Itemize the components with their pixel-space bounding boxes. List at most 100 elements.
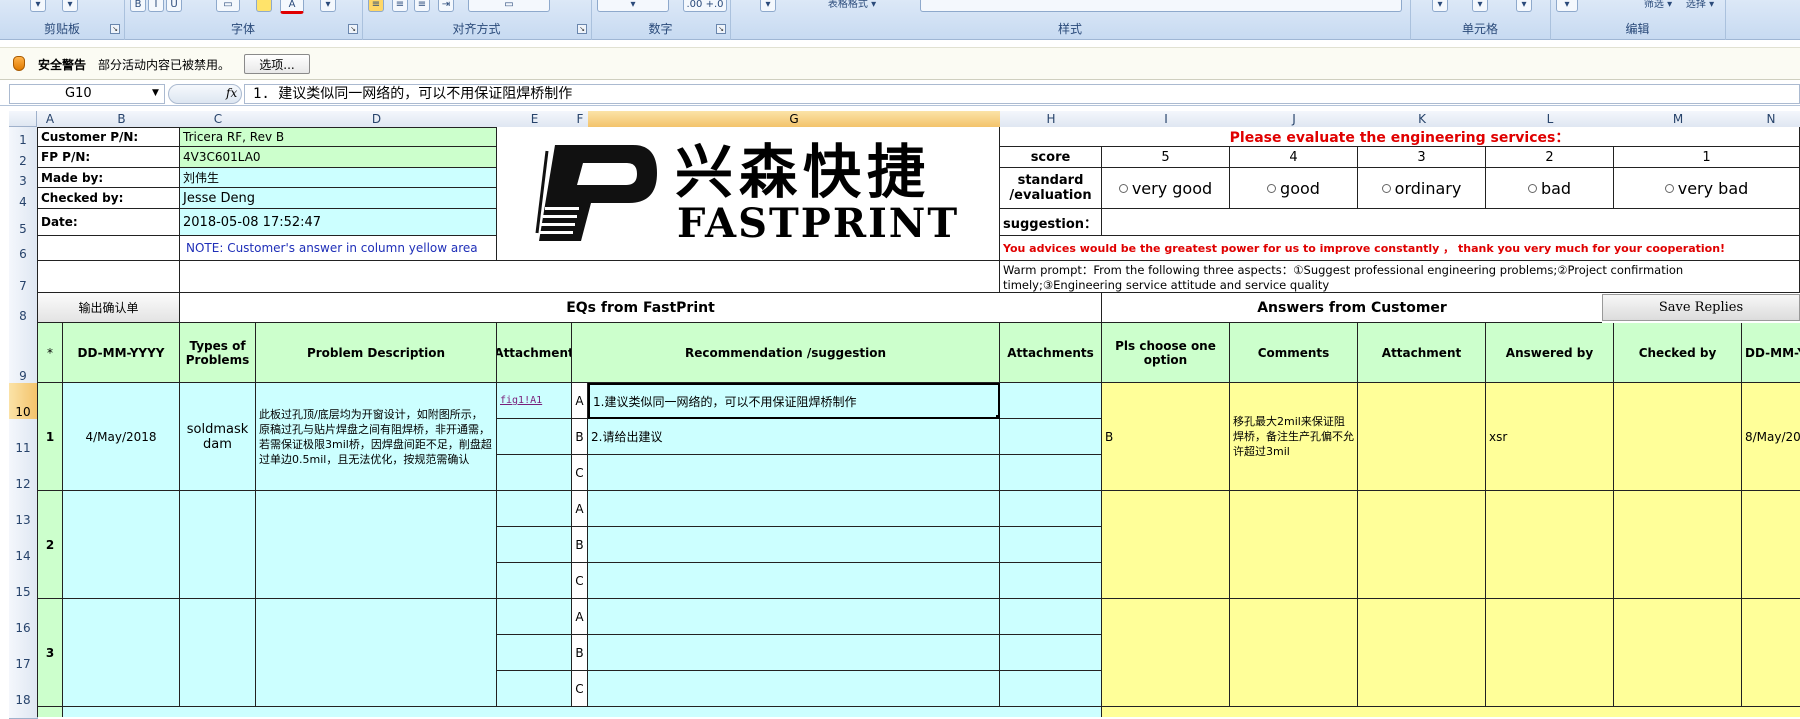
column-header-c[interactable]: C [180, 111, 257, 128]
column-header-g[interactable]: G [588, 111, 1001, 128]
formula-input[interactable]: 1. 建议类似同一网络的，可以不用保证阻焊桥制作 [244, 84, 1800, 104]
customer-choice[interactable]: B [1102, 383, 1230, 491]
recommendation-c[interactable] [588, 671, 1000, 707]
fill-color-button[interactable] [256, 0, 272, 12]
paste-more-icon[interactable]: ▾ [62, 0, 78, 12]
font-more-icon[interactable]: ▾ [320, 0, 336, 12]
attachments-cell[interactable] [1000, 455, 1102, 491]
column-header-a[interactable]: A [37, 111, 64, 128]
align-left-button[interactable]: ≡ [368, 0, 384, 12]
recommendation-c[interactable] [588, 455, 1000, 491]
option-ordinary[interactable]: ordinary [1358, 168, 1486, 209]
attachment-cell[interactable] [497, 671, 572, 707]
customer-comment[interactable] [1230, 491, 1358, 599]
eq-problem-description[interactable] [256, 599, 497, 707]
row-header-18[interactable]: 18 [9, 671, 38, 709]
row-header-12[interactable]: 12 [9, 455, 38, 493]
column-header-e[interactable]: E [497, 111, 573, 128]
made-by-value[interactable]: 刘伟生 [180, 168, 497, 188]
attachments-cell[interactable] [1000, 491, 1102, 527]
radio-icon[interactable] [1527, 183, 1537, 193]
dialog-launcher-icon[interactable]: ↘ [348, 24, 358, 34]
row-header-19[interactable] [9, 707, 38, 719]
indent-button[interactable]: ⇥ [438, 0, 454, 12]
align-center-button[interactable]: ≡ [392, 0, 408, 12]
row-header-10[interactable]: 10 [9, 383, 38, 421]
attachments-cell[interactable] [1000, 671, 1102, 707]
fp-pn-value[interactable]: 4V3C601LA0 [180, 147, 497, 168]
radio-icon[interactable] [1664, 183, 1674, 193]
option-good[interactable]: good [1230, 168, 1358, 209]
row-header-11[interactable]: 11 [9, 419, 38, 457]
customer-date[interactable]: 8/May/201 [1742, 383, 1800, 491]
attachments-cell[interactable] [1000, 383, 1102, 419]
radio-icon[interactable] [1118, 183, 1128, 193]
attachments-cell[interactable] [1000, 635, 1102, 671]
column-header-k[interactable]: K [1358, 111, 1487, 128]
eq-date[interactable] [63, 599, 180, 707]
attachments-cell[interactable] [1000, 527, 1102, 563]
eq-date[interactable] [63, 491, 180, 599]
customer-attachment[interactable] [1358, 491, 1486, 599]
attachment-cell[interactable] [497, 563, 572, 599]
dialog-launcher-icon[interactable]: ↘ [577, 24, 587, 34]
answered-by-cell[interactable] [1486, 599, 1614, 707]
row-header-8[interactable]: 8 [9, 293, 38, 325]
row-header-13[interactable]: 13 [9, 491, 38, 529]
autosum-dropdown-icon[interactable]: ▾ [1556, 0, 1578, 12]
attachment-cell[interactable] [497, 419, 572, 455]
bold-button[interactable]: B [130, 0, 146, 12]
merge-center-button[interactable]: ▭ [468, 0, 550, 12]
column-header-h[interactable]: H [1000, 111, 1103, 128]
option-very-good[interactable]: very good [1102, 168, 1230, 209]
customer-date[interactable] [1742, 491, 1800, 599]
attachment-cell[interactable] [497, 527, 572, 563]
eq-problem-description[interactable] [256, 491, 497, 599]
option-very-bad[interactable]: very bad [1614, 168, 1800, 209]
row-header-7[interactable]: 7 [9, 261, 38, 295]
row-header-15[interactable]: 15 [9, 563, 38, 601]
name-box-dropdown-icon[interactable]: ▼ [152, 88, 159, 98]
customer-choice[interactable] [1102, 491, 1230, 599]
customer-attachment[interactable] [1358, 599, 1486, 707]
border-button[interactable]: ▭ [216, 0, 240, 12]
attachment-cell[interactable] [497, 599, 572, 635]
decimal-buttons[interactable]: .00 +.0 [683, 0, 727, 12]
date-value[interactable]: 2018-05-08 17:52:47 [180, 209, 497, 236]
recommendation-c[interactable] [588, 563, 1000, 599]
recommendation-a[interactable] [588, 491, 1000, 527]
eq-date[interactable]: 4/May/2018 [63, 383, 180, 491]
column-header-d[interactable]: D [256, 111, 498, 128]
customer-attachment[interactable] [1358, 383, 1486, 491]
attachment-cell[interactable] [497, 491, 572, 527]
customer-date[interactable] [1742, 599, 1800, 707]
insert-function-icon[interactable]: fx [226, 86, 237, 100]
attachment-cell[interactable] [497, 635, 572, 671]
row-header-17[interactable]: 17 [9, 635, 38, 673]
eq-problem-type[interactable] [180, 599, 256, 707]
checked-by-cell[interactable] [1614, 491, 1742, 599]
recommendation-b[interactable] [588, 635, 1000, 671]
option-bad[interactable]: bad [1486, 168, 1614, 209]
customer-choice[interactable] [1102, 599, 1230, 707]
recommendation-b[interactable] [588, 527, 1000, 563]
row-header-1[interactable]: 1 [9, 127, 38, 149]
row-header-4[interactable]: 4 [9, 188, 38, 211]
format-dropdown-icon[interactable]: ▾ [1516, 0, 1532, 12]
select-all-corner[interactable] [9, 111, 37, 127]
row-header-6[interactable]: 6 [9, 236, 38, 263]
checked-by-value[interactable]: Jesse Deng [180, 188, 497, 209]
attachment-link[interactable]: fig1!A1 [497, 383, 572, 419]
save-replies-button[interactable]: Save Replies [1602, 294, 1800, 321]
options-button[interactable]: 选项... [244, 54, 310, 74]
customer-comment[interactable] [1230, 599, 1358, 707]
answered-by-value[interactable]: xsr [1486, 383, 1614, 491]
column-header-b[interactable]: B [63, 111, 181, 128]
attachments-cell[interactable] [1000, 599, 1102, 635]
select-button[interactable]: 选择 ▾ [1680, 0, 1720, 11]
insert-dropdown-icon[interactable]: ▾ [1432, 0, 1448, 12]
row-header-14[interactable]: 14 [9, 527, 38, 565]
column-header-n[interactable]: N [1742, 111, 1800, 128]
column-header-l[interactable]: L [1486, 111, 1615, 128]
row-header-5[interactable]: 5 [9, 209, 38, 238]
